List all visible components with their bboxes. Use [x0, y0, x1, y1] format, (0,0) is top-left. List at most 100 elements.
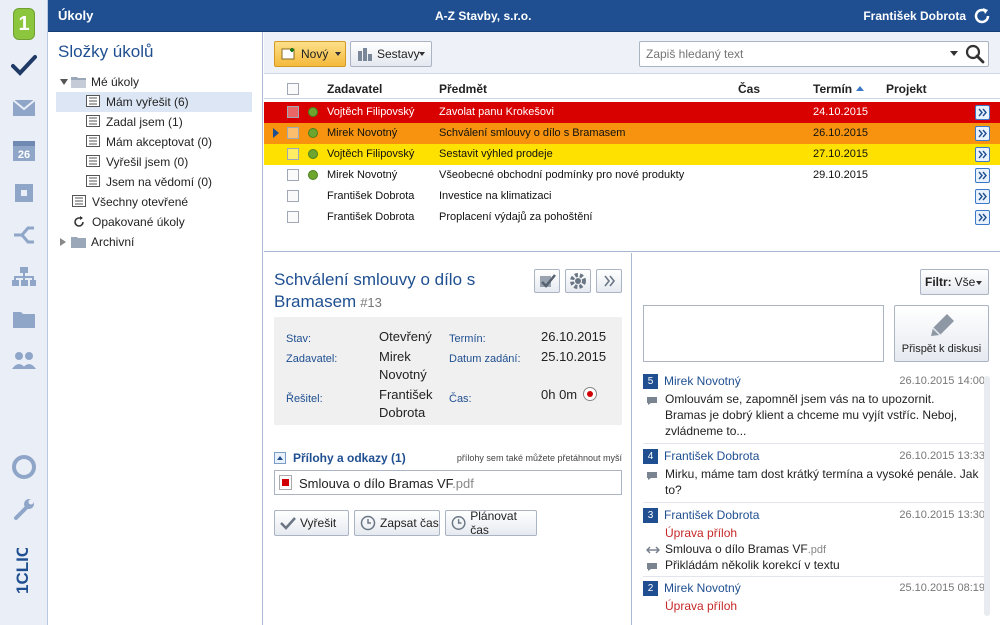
search-icon[interactable]	[964, 44, 986, 64]
folder-item[interactable]: Mám vyřešit (6)	[56, 92, 252, 112]
refresh-icon[interactable]	[972, 6, 992, 26]
attachments-title[interactable]: Přílohy a odkazy (1)	[293, 451, 406, 465]
folder-item[interactable]: Mám akceptovat (0)	[86, 132, 212, 152]
task-toolbar: Nový Sestavy	[264, 32, 1000, 74]
open-task-icon[interactable]	[975, 189, 990, 204]
people-icon[interactable]	[9, 345, 39, 375]
gear-icon	[570, 273, 586, 289]
user-name[interactable]: František Dobrota	[863, 9, 966, 23]
plan-time-button[interactable]: Plánovat čas	[445, 509, 537, 537]
row-checkbox[interactable]	[287, 169, 299, 181]
puzzle-icon[interactable]	[9, 178, 39, 208]
comment-icon	[646, 395, 658, 405]
comment-icon	[646, 470, 658, 480]
discussion-scrollbar[interactable]	[984, 376, 990, 616]
message-author[interactable]: František Dobrota	[664, 449, 759, 463]
discussion-filter[interactable]: Filtr: Vše	[920, 269, 989, 295]
reports-label: Sestavy	[377, 47, 420, 61]
tasks-check-icon[interactable]	[9, 50, 39, 80]
top-bar: Úkoly A-Z Stavby, s.r.o. František Dobro…	[48, 0, 1000, 32]
col-assigner[interactable]: Zadavatel	[327, 82, 382, 96]
table-row[interactable]: Vojtěch Filipovský Zavolat panu Krokešovi…	[264, 102, 1000, 123]
folder-item[interactable]: Zadal jsem (1)	[86, 112, 183, 132]
list-icon	[86, 155, 102, 169]
message-file-ext: .pdf	[807, 544, 827, 556]
message-author[interactable]: Mirek Novotný	[664, 581, 741, 595]
assigner-value: Mirek Novotný	[379, 349, 427, 382]
list-icon	[72, 195, 88, 209]
new-task-button[interactable]: Nový	[274, 41, 346, 67]
folder-my-tasks[interactable]: Mé úkoly	[60, 72, 139, 92]
wrench-icon[interactable]	[9, 494, 39, 524]
folder-item[interactable]: Jsem na vědomí (0)	[86, 172, 212, 192]
folder-item-label: Zadal jsem (1)	[106, 115, 183, 129]
flow-icon[interactable]	[9, 220, 39, 250]
table-row[interactable]: František Dobrota Proplacení výdajů za po…	[264, 207, 1000, 228]
company-name: A-Z Stavby, s.r.o.	[435, 9, 532, 23]
message-change: Úprava příloh	[665, 526, 738, 540]
table-row[interactable]: Mirek Novotný Schválení smlouvy o dílo s …	[264, 123, 1000, 144]
col-project[interactable]: Projekt	[886, 82, 927, 96]
folder-all-open[interactable]: Všechny otevřené	[72, 192, 188, 212]
row-subject: Proplacení výdajů za pohoštění	[439, 211, 593, 223]
select-all-checkbox[interactable]	[287, 83, 299, 95]
table-row[interactable]: František Dobrota Investice na klimatizac…	[264, 186, 1000, 207]
reports-button[interactable]: Sestavy	[350, 41, 432, 67]
collapse-attachments-icon[interactable]	[274, 452, 286, 464]
clock-icon	[360, 515, 376, 531]
message-author[interactable]: Mirek Novotný	[664, 374, 741, 388]
org-chart-icon[interactable]	[9, 262, 39, 292]
open-task-icon[interactable]	[975, 147, 990, 162]
filter-value: Vše	[954, 275, 976, 289]
open-task-icon[interactable]	[975, 105, 990, 120]
expand-detail-button[interactable]	[596, 269, 622, 293]
resolve-button[interactable]: Vyřešit	[274, 510, 349, 536]
open-task-icon[interactable]	[975, 126, 990, 141]
row-checkbox[interactable]	[287, 148, 299, 160]
open-task-icon[interactable]	[975, 210, 990, 225]
col-deadline[interactable]: Termín	[813, 82, 852, 96]
app-logo[interactable]: 1	[13, 8, 35, 40]
folder-icon[interactable]	[9, 304, 39, 334]
folder-recurring[interactable]: Opakované úkoly	[72, 212, 185, 232]
table-row[interactable]: Vojtěch Filipovský Sestavit výhled prodej…	[264, 144, 1000, 165]
double-chevron-right-icon	[604, 275, 616, 287]
task-info: Stav: Otevřený Termín: 26.10.2015 Zadava…	[274, 317, 622, 425]
message-text-line: to?	[665, 483, 682, 497]
approve-button[interactable]	[534, 269, 560, 293]
post-comment-button[interactable]: Přispět k diskusi	[894, 305, 989, 362]
collapse-arrow-icon[interactable]	[60, 238, 66, 246]
discussion-panel: Filtr: Vše Přispět k diskusi 5 Mirek Nov…	[633, 253, 1000, 625]
expand-arrow-icon[interactable]	[60, 79, 68, 85]
new-task-label: Nový	[301, 47, 329, 61]
discussion-input[interactable]	[643, 305, 884, 362]
folder-archive[interactable]: Archivní	[60, 232, 134, 252]
log-time-button[interactable]: Zapsat čas	[354, 510, 440, 536]
folder-open-icon	[71, 75, 87, 89]
check-icon	[280, 517, 296, 530]
search-options-icon[interactable]	[950, 51, 958, 56]
pdf-icon	[279, 475, 292, 490]
row-checkbox[interactable]	[287, 190, 299, 202]
lifebuoy-icon[interactable]	[9, 452, 39, 482]
folder-item[interactable]: Vyřešil jsem (0)	[86, 152, 188, 172]
col-time[interactable]: Čas	[738, 82, 760, 96]
resolve-label: Vyřešit	[300, 516, 337, 530]
row-checkbox[interactable]	[287, 106, 299, 118]
settings-button[interactable]	[565, 269, 591, 293]
mail-icon[interactable]	[9, 93, 39, 123]
status-dot-icon	[308, 170, 318, 180]
col-subject[interactable]: Předmět	[439, 82, 487, 96]
attachment-item[interactable]: Smlouva o dílo Bramas VF.pdf	[274, 470, 622, 495]
filter-label: Filtr:	[925, 275, 952, 289]
status-dot-icon	[308, 149, 318, 159]
calendar-icon[interactable]: 26	[9, 135, 39, 165]
record-time-icon[interactable]	[583, 387, 597, 401]
row-checkbox[interactable]	[287, 211, 299, 223]
row-checkbox[interactable]	[287, 127, 299, 139]
open-task-icon[interactable]	[975, 168, 990, 183]
table-row[interactable]: Mirek Novotný Všeobecné obchodní podmínky…	[264, 165, 1000, 186]
message-author[interactable]: František Dobrota	[664, 508, 759, 522]
search-input[interactable]	[646, 46, 946, 62]
message-file[interactable]: Smlouva o dílo Bramas VF.pdf	[665, 541, 826, 558]
